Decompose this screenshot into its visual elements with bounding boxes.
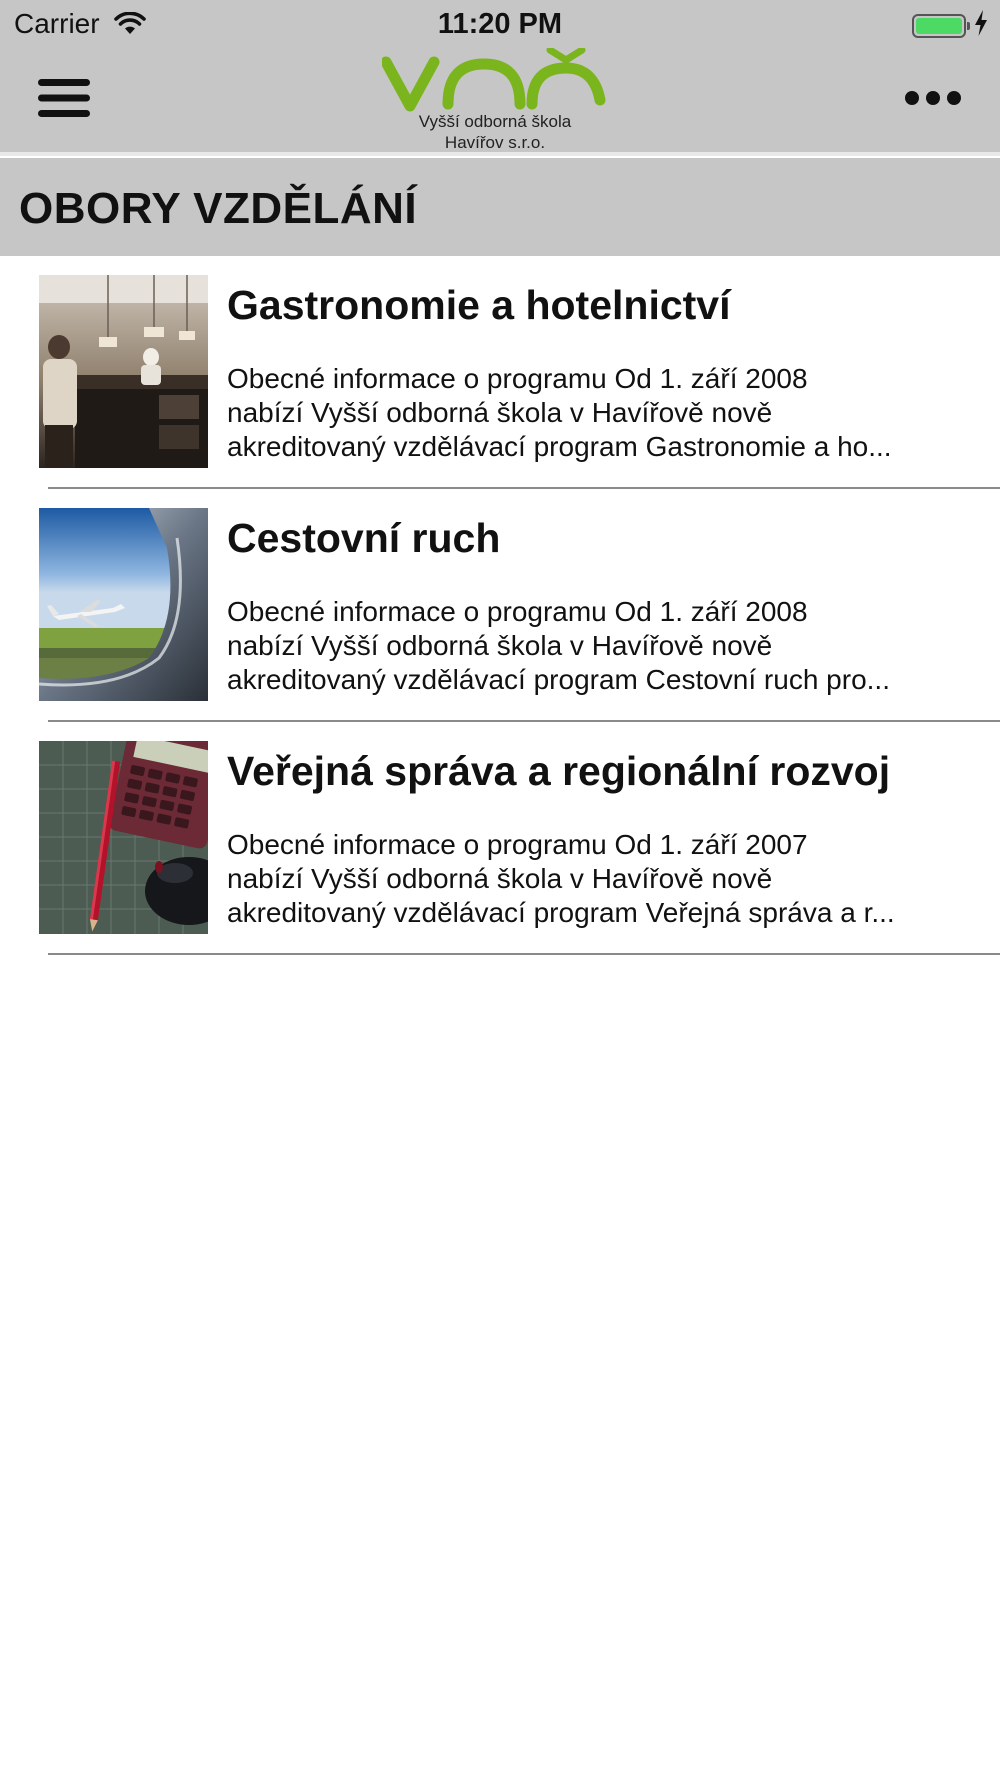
program-title: Veřejná správa a regionální rozvoj	[227, 748, 891, 794]
vos-logo-mark	[382, 48, 606, 112]
list-item-cestovni-ruch[interactable]: Cestovní ruch Obecné informace o program…	[0, 489, 1000, 722]
battery-icon	[912, 13, 970, 38]
status-time: 11:20 PM	[437, 8, 563, 40]
program-title: Cestovní ruch	[227, 515, 501, 561]
kitchen-photo	[39, 275, 208, 468]
section-title: OBORY VZDĚLÁNÍ	[19, 184, 418, 233]
more-dots-icon	[904, 89, 962, 112]
top-bar: Carrier 11:20 PM Vyšší odborná škola Hav…	[0, 0, 1000, 154]
airplane-mirror-photo	[39, 508, 208, 701]
hamburger-menu-icon	[36, 77, 92, 124]
menu-button[interactable]	[36, 72, 116, 128]
program-list: Gastronomie a hotelnictví Obecné informa…	[0, 256, 1000, 955]
program-description: Obecné informace o programu Od 1. září 2…	[227, 829, 895, 928]
program-title: Gastronomie a hotelnictví	[227, 282, 731, 328]
school-logo: Vyšší odborná škola Havířov s.r.o.	[370, 48, 620, 152]
list-item-verejna-sprava[interactable]: Veřejná správa a regionální rozvoj Obecn…	[0, 722, 1000, 955]
nav-divider	[0, 152, 1000, 156]
status-bar: Carrier 11:20 PM	[0, 0, 1000, 48]
battery-cap	[967, 21, 970, 30]
app-screen: Carrier 11:20 PM Vyšší odborná škola Hav…	[0, 0, 1000, 1778]
navigation-bar: Vyšší odborná škola Havířov s.r.o.	[0, 48, 1000, 152]
more-button[interactable]	[882, 72, 962, 128]
calculator-pencil-photo	[39, 741, 208, 934]
program-description: Obecné informace o programu Od 1. září 2…	[227, 596, 890, 695]
row-divider	[48, 953, 1000, 955]
list-item-gastronomie[interactable]: Gastronomie a hotelnictví Obecné informa…	[0, 256, 1000, 489]
logo-text-line1: Vyšší odborná škola	[418, 112, 572, 131]
program-description: Obecné informace o programu Od 1. září 2…	[227, 363, 892, 462]
charging-bolt-icon	[974, 10, 988, 41]
battery-fill	[916, 17, 962, 34]
section-header: OBORY VZDĚLÁNÍ	[0, 158, 1000, 256]
logo-text-line2: Havířov s.r.o.	[444, 133, 546, 152]
status-right	[912, 10, 988, 41]
